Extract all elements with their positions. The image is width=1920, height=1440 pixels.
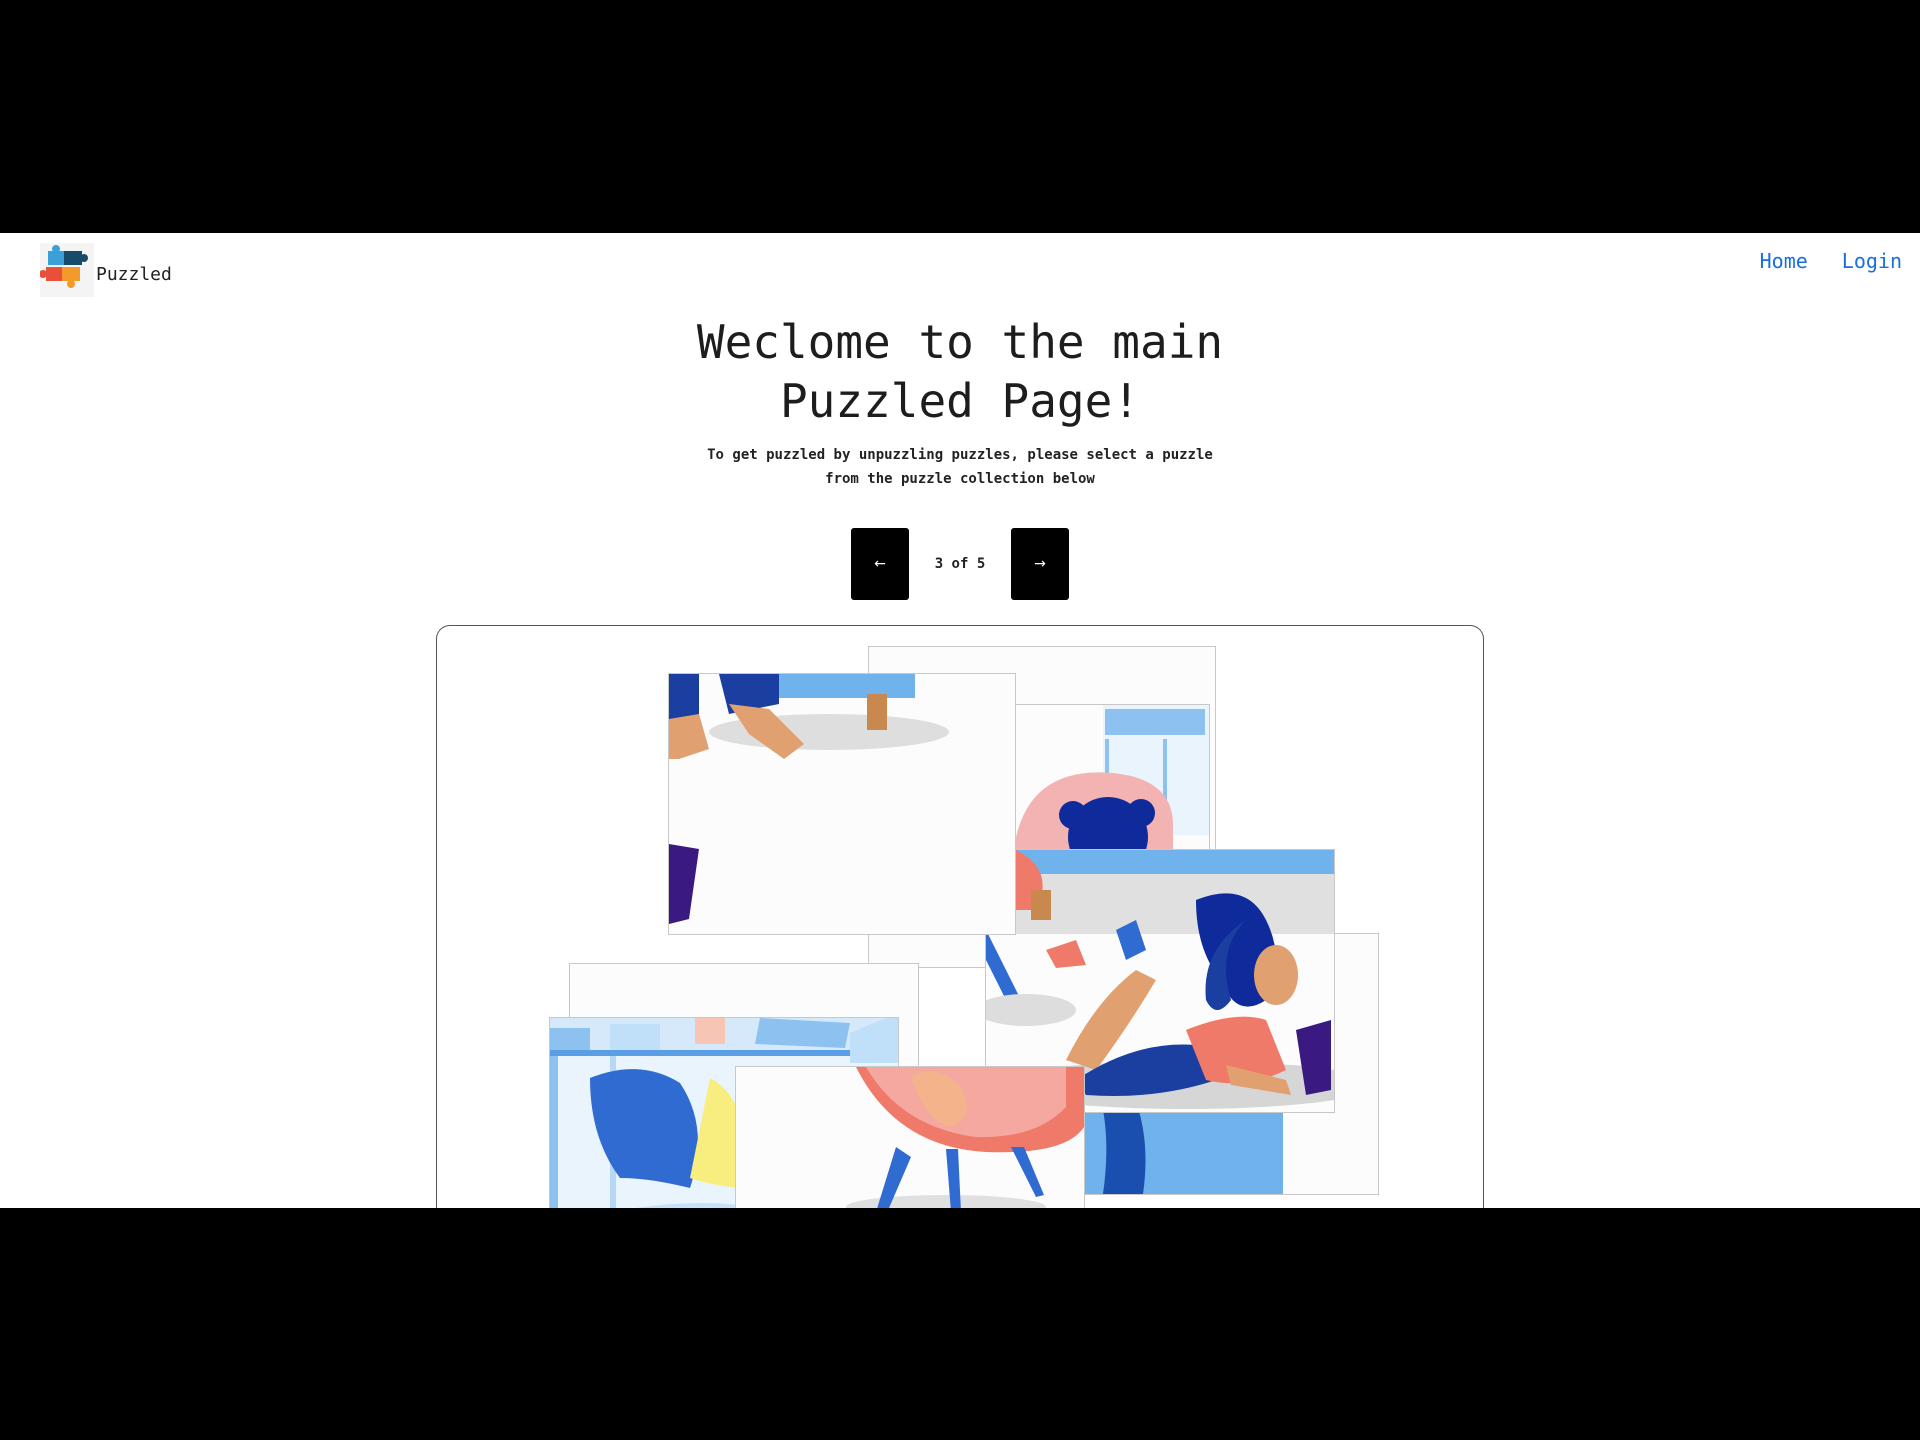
brand-name: Puzzled [96, 263, 172, 285]
arrow-right-icon: → [1034, 556, 1046, 572]
puzzle-pager: ← 3 of 5 → [851, 528, 1069, 600]
page-subtitle: To get puzzled by unpuzzling puzzles, pl… [707, 447, 1213, 487]
arrow-left-icon: ← [874, 556, 886, 572]
nav-link-login[interactable]: Login [1842, 249, 1902, 273]
puzzle-piece[interactable] [735, 1066, 1085, 1208]
puzzle-board[interactable] [436, 625, 1484, 1208]
illustration-fragment [736, 1067, 1084, 1208]
nav-link-home[interactable]: Home [1760, 249, 1808, 273]
navbar: Puzzled Home Login [0, 233, 1920, 303]
browser-viewport: Puzzled Home Login Weclome to the main P… [0, 233, 1920, 1208]
next-puzzle-button[interactable]: → [1011, 528, 1069, 600]
previous-puzzle-button[interactable]: ← [851, 528, 909, 600]
page-title: Weclome to the main Puzzled Page! [696, 315, 1224, 428]
brand[interactable]: Puzzled [40, 243, 172, 297]
puzzle-piece[interactable] [668, 673, 1016, 935]
illustration-fragment [669, 674, 1015, 934]
puzzle-pieces-logo-icon [40, 243, 94, 297]
puzzle-page-indicator: 3 of 5 [934, 556, 986, 572]
hero: Weclome to the main Puzzled Page! To get… [0, 313, 1920, 491]
nav-links: Home Login [1760, 249, 1902, 273]
